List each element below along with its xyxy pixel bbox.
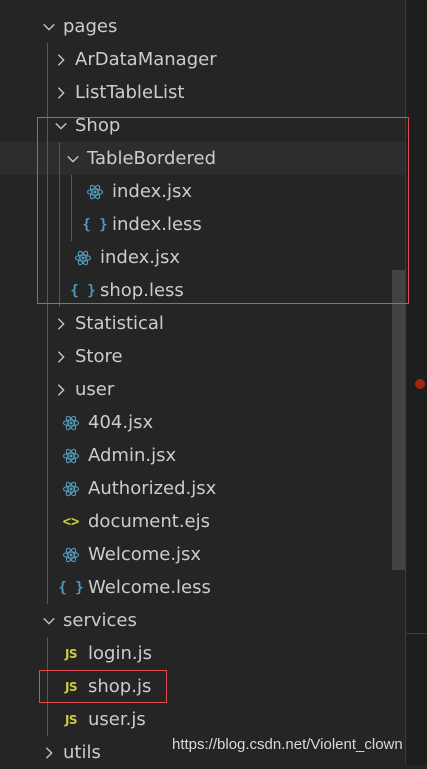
folder-item[interactable]: services bbox=[0, 604, 405, 637]
item-label: index.less bbox=[112, 214, 202, 235]
js-icon: JS bbox=[64, 679, 78, 694]
chevron-down-icon[interactable] bbox=[41, 19, 57, 35]
file-item[interactable]: { } Welcome.less bbox=[0, 571, 405, 604]
file-item[interactable]: { } shop.less bbox=[0, 274, 405, 307]
folder-item[interactable]: TableBordered bbox=[0, 142, 405, 175]
ejs-brackets-icon: <> bbox=[62, 513, 80, 530]
chevron-right-icon[interactable] bbox=[53, 349, 69, 365]
item-label: user bbox=[75, 379, 115, 400]
file-explorer-tree: pages ArDataManager ListTableList Shop Table… bbox=[0, 0, 427, 765]
item-label: Admin.jsx bbox=[88, 445, 177, 466]
file-item[interactable]: index.jsx bbox=[0, 175, 405, 208]
folder-item[interactable]: ListTableList bbox=[0, 76, 405, 109]
folder-item[interactable]: Store bbox=[0, 340, 405, 373]
editor-pane-separator bbox=[406, 633, 427, 634]
folder-item[interactable]: pages bbox=[0, 10, 405, 43]
item-label: login.js bbox=[88, 643, 152, 664]
file-item[interactable]: Admin.jsx bbox=[0, 439, 405, 472]
item-label: 404.jsx bbox=[88, 412, 154, 433]
item-label: index.jsx bbox=[112, 181, 192, 202]
item-label: index.jsx bbox=[100, 247, 180, 268]
folder-item[interactable]: user bbox=[0, 373, 405, 406]
folder-item[interactable]: ArDataManager bbox=[0, 43, 405, 76]
react-icon bbox=[62, 414, 80, 432]
less-braces-icon: { } bbox=[58, 579, 84, 596]
item-label: services bbox=[63, 610, 137, 631]
chevron-right-icon[interactable] bbox=[53, 382, 69, 398]
file-item[interactable]: index.jsx bbox=[0, 241, 405, 274]
indent-guide-tablebordered bbox=[71, 175, 72, 241]
item-label: ListTableList bbox=[75, 82, 185, 103]
js-icon: JS bbox=[64, 646, 78, 661]
item-label: shop.less bbox=[100, 280, 184, 301]
breakpoint-dot bbox=[415, 379, 425, 389]
item-label: Authorized.jsx bbox=[88, 478, 217, 499]
file-item[interactable]: JS login.js bbox=[0, 637, 405, 670]
chevron-right-icon[interactable] bbox=[53, 85, 69, 101]
item-label: TableBordered bbox=[87, 148, 216, 169]
item-label: document.ejs bbox=[88, 511, 210, 532]
item-label: utils bbox=[63, 742, 101, 763]
indent-guide-shop bbox=[59, 142, 60, 307]
item-label: user.js bbox=[88, 709, 146, 730]
file-item[interactable]: { } index.less bbox=[0, 208, 405, 241]
watermark-text: https://blog.csdn.net/Violent_clown bbox=[172, 736, 403, 753]
folder-item[interactable]: Shop bbox=[0, 109, 405, 142]
chevron-down-icon[interactable] bbox=[53, 118, 69, 134]
item-label: shop.js bbox=[88, 676, 152, 697]
explorer-scrollbar[interactable] bbox=[392, 270, 405, 570]
chevron-right-icon[interactable] bbox=[41, 745, 57, 761]
file-item[interactable]: JS user.js bbox=[0, 703, 405, 736]
js-icon: JS bbox=[64, 712, 78, 727]
indent-guide-services bbox=[47, 637, 48, 736]
file-item[interactable]: Welcome.jsx bbox=[0, 538, 405, 571]
item-label: Store bbox=[75, 346, 123, 367]
chevron-down-icon[interactable] bbox=[65, 151, 81, 167]
file-item[interactable]: JS shop.js bbox=[0, 670, 405, 703]
react-icon bbox=[62, 480, 80, 498]
chevron-right-icon[interactable] bbox=[53, 52, 69, 68]
react-icon bbox=[62, 546, 80, 564]
less-braces-icon: { } bbox=[82, 216, 108, 233]
chevron-right-icon[interactable] bbox=[53, 316, 69, 332]
react-icon bbox=[62, 447, 80, 465]
item-label: pages bbox=[63, 16, 118, 37]
react-icon bbox=[74, 249, 92, 267]
item-label: ArDataManager bbox=[75, 49, 217, 70]
less-braces-icon: { } bbox=[70, 282, 96, 299]
file-item[interactable]: 404.jsx bbox=[0, 406, 405, 439]
chevron-down-icon[interactable] bbox=[41, 613, 57, 629]
react-icon bbox=[86, 183, 104, 201]
indent-guide-pages bbox=[47, 43, 48, 604]
item-label: Welcome.less bbox=[88, 577, 211, 598]
item-label: Welcome.jsx bbox=[88, 544, 202, 565]
item-label: Statistical bbox=[75, 313, 164, 334]
file-item[interactable]: Authorized.jsx bbox=[0, 472, 405, 505]
folder-item[interactable]: Statistical bbox=[0, 307, 405, 340]
item-label: Shop bbox=[75, 115, 121, 136]
file-item[interactable]: <> document.ejs bbox=[0, 505, 405, 538]
